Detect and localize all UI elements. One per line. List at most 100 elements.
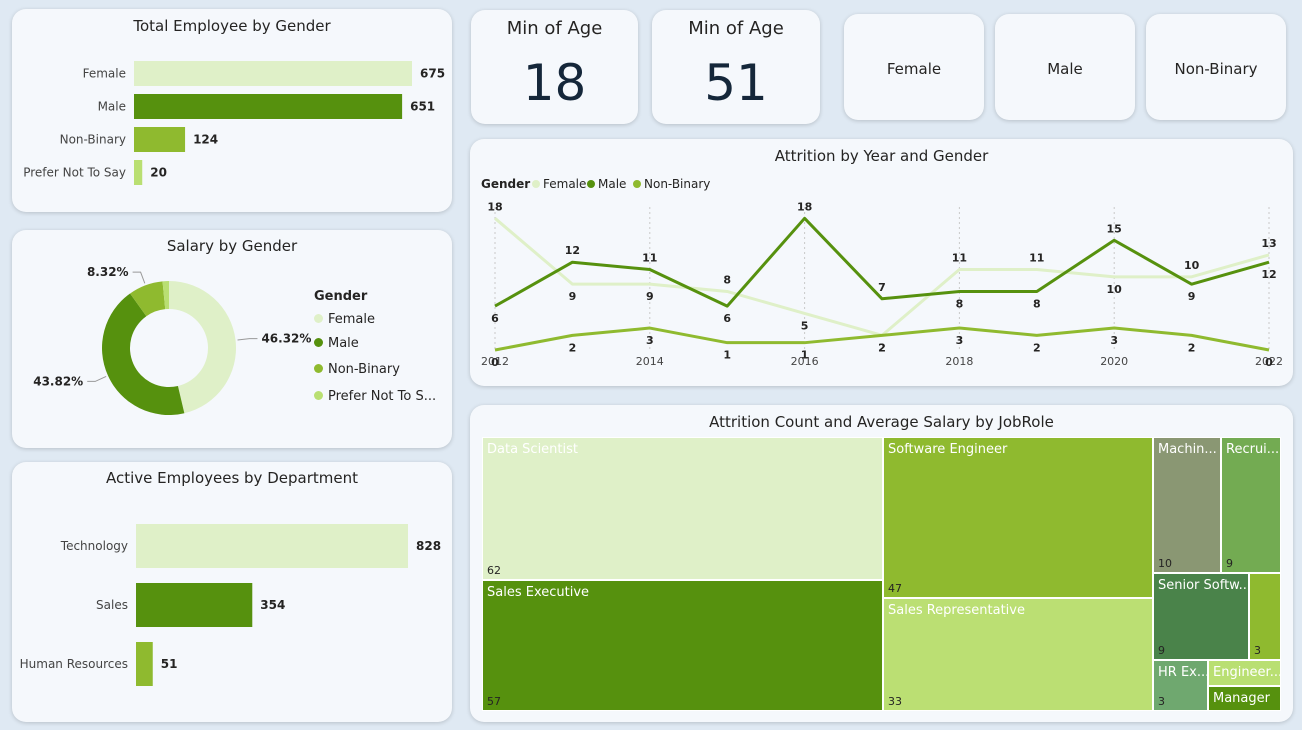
legend-dot <box>314 314 323 323</box>
treemap-label: Data Scientist <box>487 442 578 457</box>
legend-item-non-binary[interactable]: Non-Binary <box>314 362 400 377</box>
treemap-label: Machin... <box>1158 442 1217 457</box>
treemap-label: Engineer... <box>1213 665 1281 680</box>
data-label: 11 <box>642 252 657 265</box>
bar <box>134 160 143 185</box>
legend-label: Prefer Not To S... <box>328 389 437 404</box>
data-label: 8 <box>723 273 731 286</box>
treemap-cell-hr-executive[interactable]: HR Ex... 3 <box>1153 660 1208 711</box>
treemap-value: 33 <box>888 695 902 708</box>
treemap-label: Sales Representative <box>888 603 1025 618</box>
gender-bar-chart: Female 675 Male 651 Non-Binary 124 Prefer Not … <box>23 61 445 185</box>
gender-bar-chart-card: Total Employee by Gender Female 675 Male 65… <box>12 9 452 212</box>
salary-donut-card: Salary by Gender 46.32% 43.82% 8.32% Gende… <box>12 230 452 448</box>
data-label: 20 <box>150 166 167 180</box>
legend-dot <box>314 391 323 400</box>
data-label: 2 <box>1033 341 1041 354</box>
slice-label: 46.32% <box>261 332 311 346</box>
data-label: 9 <box>646 290 654 303</box>
slice-label: 8.32% <box>87 265 129 279</box>
data-label: 51 <box>161 657 178 671</box>
data-label: 8 <box>956 297 964 310</box>
data-label: 354 <box>260 598 285 612</box>
salary-donut-chart: 46.32% 43.82% 8.32% <box>33 265 311 415</box>
category-label: Non-Binary <box>60 133 126 147</box>
category-label: Female <box>83 67 126 81</box>
slicer-label: Female <box>886 60 942 78</box>
treemap-cell-recruiter[interactable]: Recrui... 9 <box>1221 437 1281 573</box>
data-label: 675 <box>420 67 445 81</box>
slice-label: 43.82% <box>33 374 83 388</box>
slicer-button-non-binary[interactable]: Non-Binary <box>1146 14 1286 120</box>
category-label: Sales <box>96 598 128 612</box>
treemap-cell-engineering[interactable]: Engineer... <box>1208 660 1281 686</box>
slicer-button-female[interactable]: Female <box>844 14 984 120</box>
legend-dot <box>314 364 323 373</box>
data-label: 1 <box>801 349 809 362</box>
data-label: 10 <box>1107 283 1123 296</box>
treemap-cell-small-role[interactable]: 3 <box>1249 573 1281 660</box>
treemap-value: 3 <box>1254 644 1261 657</box>
x-tick-label: 2020 <box>1100 355 1128 368</box>
category-label: Human Resources <box>20 657 128 671</box>
treemap-cell-machine[interactable]: Machin... 10 <box>1153 437 1221 573</box>
data-label: 3 <box>956 334 964 347</box>
leader-line <box>132 271 146 284</box>
treemap-value: 47 <box>888 582 902 595</box>
treemap-cell-manager[interactable]: Manager <box>1208 686 1281 711</box>
attrition-line-chart: 2012 2014 2016 2018 2020 20221860912291138615… <box>481 200 1283 369</box>
slicer-label: Male <box>1047 60 1083 78</box>
legend-item-prefer-not-to-say[interactable]: Prefer Not To S... <box>314 389 436 404</box>
data-label: 3 <box>646 334 654 347</box>
data-label: 2 <box>878 341 886 354</box>
legend-label: Non-Binary <box>328 362 400 377</box>
treemap-cell-sales-executive[interactable]: Sales Executive 57 <box>482 580 883 711</box>
data-label: 11 <box>1029 252 1044 265</box>
data-label: 124 <box>193 133 218 147</box>
bar <box>134 61 412 86</box>
data-label: 12 <box>1261 268 1276 281</box>
treemap-value: 9 <box>1226 557 1233 570</box>
data-label: 6 <box>723 312 731 325</box>
data-label: 651 <box>410 100 435 114</box>
chart-title: Attrition Count and Average Salary by Jo… <box>709 413 1054 431</box>
category-label: Male <box>98 100 126 114</box>
treemap-label: Senior Softw... <box>1158 578 1249 593</box>
legend-label: Male <box>328 336 359 351</box>
treemap-cell-sales-representative[interactable]: Sales Representative 33 <box>883 598 1153 711</box>
legend-dot <box>314 338 323 347</box>
attrition-line-chart-card: Attrition by Year and Gender Gender Fema… <box>470 139 1293 386</box>
data-label: 13 <box>1261 237 1276 250</box>
treemap-cell-data-scientist[interactable]: Data Scientist 62 <box>482 437 883 580</box>
treemap-cell-software-engineer[interactable]: Software Engineer 47 <box>883 437 1153 598</box>
data-label: 828 <box>416 539 441 553</box>
data-label: 0 <box>491 356 499 369</box>
data-label: 10 <box>1184 259 1200 272</box>
data-label: 2 <box>569 341 577 354</box>
data-label: 6 <box>491 312 499 325</box>
jobrole-treemap-card: Attrition Count and Average Salary by Jo… <box>470 405 1293 722</box>
category-label: Technology <box>60 539 128 553</box>
leader-line <box>87 376 107 382</box>
slicer-button-male[interactable]: Male <box>995 14 1135 120</box>
data-label: 9 <box>1188 290 1196 303</box>
data-label: 1 <box>723 349 731 362</box>
treemap-label: Manager <box>1213 691 1270 706</box>
bar <box>136 642 153 686</box>
leader-line <box>237 338 258 341</box>
treemap-cell-senior-software[interactable]: Senior Softw... 9 <box>1153 573 1249 660</box>
x-tick-label: 2018 <box>945 355 973 368</box>
data-label: 9 <box>569 290 577 303</box>
legend-item-female[interactable]: Female <box>314 312 375 327</box>
treemap-value: 62 <box>487 564 501 577</box>
data-label: 7 <box>878 281 886 294</box>
series-line <box>494 217 1270 337</box>
slicer-label: Non-Binary <box>1174 60 1258 78</box>
kpi-value: 51 <box>704 54 768 112</box>
data-label: 18 <box>797 200 812 213</box>
department-bar-chart: Technology 828 Sales 354 Human Resources 51 <box>20 524 441 686</box>
kpi-card-min-age-2: Min of Age 51 <box>652 10 820 124</box>
legend-item-male[interactable]: Male <box>314 336 359 351</box>
treemap-label: Sales Executive <box>487 585 590 600</box>
data-label: 2 <box>1188 341 1196 354</box>
